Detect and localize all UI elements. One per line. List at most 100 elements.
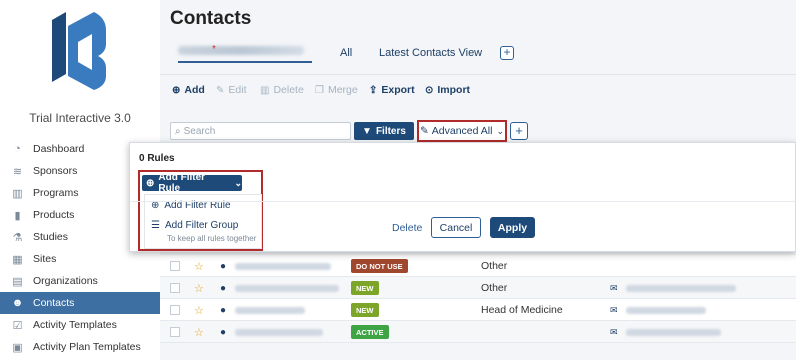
favorite-star-icon[interactable]: ☆	[194, 277, 204, 299]
person-icon: ●	[220, 304, 227, 316]
contacts-table: ☆ ● DO NOT USE Other ☆ ● NEW Other ✉ ☆ ● NEW Head of…	[160, 255, 796, 343]
chevron-down-icon: ⌄	[234, 177, 242, 188]
search-icon: ⌕	[175, 125, 181, 137]
filter-icon: ▼	[362, 125, 372, 137]
barcode-icon: ▮	[14, 209, 21, 222]
filters-label: Filters	[375, 125, 406, 137]
download-circle-icon: ⊙	[425, 84, 434, 96]
contact-email-redacted[interactable]	[626, 277, 736, 299]
search-placeholder: Search	[183, 125, 216, 137]
advanced-filter-panel: 0 Rules ⊕ Add Filter Rule ⌄ ⊕ Add Filter…	[129, 142, 796, 252]
contact-name-redacted[interactable]	[235, 299, 305, 321]
tab-latest-contacts-view[interactable]: Latest Contacts View	[379, 47, 482, 59]
merge-button[interactable]: ❐ Merge	[315, 84, 358, 96]
chevron-down-icon: ⌄	[496, 125, 505, 136]
flask-icon: ⚗	[12, 231, 23, 244]
person-icon: ●	[220, 326, 227, 338]
search-row: ⌕ Search ▼ Filters ✎ Advanced All ⌄ +	[160, 118, 796, 144]
dashboard-icon: ◔	[14, 143, 21, 155]
row-checkbox[interactable]	[170, 261, 180, 271]
favorite-star-icon[interactable]: ☆	[194, 321, 204, 343]
row-checkbox[interactable]	[170, 305, 180, 315]
merge-icon: ❐	[315, 84, 324, 96]
status-badge: NEW	[351, 281, 379, 295]
add-filter-view-button[interactable]: +	[510, 122, 528, 140]
advanced-label: Advanced All	[431, 125, 493, 137]
add-button[interactable]: ⊕ Add	[172, 84, 205, 96]
contact-name-redacted[interactable]	[235, 255, 331, 277]
table-row[interactable]: ☆ ● DO NOT USE Other	[160, 255, 796, 277]
sidebar-item-activity-plan-templates[interactable]: ▣ Activity Plan Templates	[0, 336, 160, 358]
add-label: Add	[184, 84, 205, 96]
app-name: Trial Interactive 3.0	[29, 111, 131, 125]
delete-button[interactable]: ▥ Delete	[260, 84, 304, 96]
table-row[interactable]: ☆ ● ACTIVE ✉	[160, 321, 796, 343]
plus-circle-icon: ⊕	[172, 84, 181, 96]
contact-name-redacted[interactable]	[235, 321, 323, 343]
database-icon: ≋	[12, 165, 23, 178]
edit-button[interactable]: ✎ Edit	[216, 84, 246, 96]
contact-role: Head of Medicine	[481, 304, 563, 316]
contact-email-redacted[interactable]	[626, 321, 721, 343]
row-checkbox[interactable]	[170, 283, 180, 293]
status-badge: NEW	[351, 303, 379, 317]
person-icon: ●	[220, 260, 227, 272]
plus-circle-icon: ⊕	[146, 177, 155, 189]
checklist-icon: ☑	[12, 319, 23, 332]
row-checkbox[interactable]	[170, 327, 180, 337]
delete-label: Delete	[273, 84, 304, 96]
envelope-icon: ✉	[610, 326, 618, 337]
merge-label: Merge	[327, 84, 358, 96]
apply-button[interactable]: Apply	[490, 217, 535, 238]
organization-icon: ▤	[12, 275, 23, 288]
envelope-icon: ✉	[610, 304, 618, 315]
toolbar: ⊕ Add ✎ Edit ▥ Delete ❐ Merge ⇪ Export ⊙…	[160, 74, 796, 102]
add-tab-button[interactable]: +	[500, 46, 514, 60]
programs-icon: ▥	[12, 187, 23, 200]
sidebar-item-label: Studies	[33, 231, 69, 243]
import-button[interactable]: ⊙ Import	[425, 84, 470, 96]
table-row[interactable]: ☆ ● NEW Other ✉	[160, 277, 796, 299]
users-icon: ☻	[11, 297, 24, 309]
filters-button[interactable]: ▼ Filters	[354, 122, 414, 140]
sidebar-item-label: Sponsors	[33, 165, 78, 177]
rules-count: 0 Rules	[139, 153, 175, 164]
sidebar-item-label: Programs	[33, 187, 79, 199]
export-button[interactable]: ⇪ Export	[369, 84, 415, 96]
sidebar-item-label: Activity Plan Templates	[33, 341, 141, 353]
search-input[interactable]: ⌕ Search	[170, 122, 351, 140]
table-row[interactable]: ☆ ● NEW Head of Medicine ✉	[160, 299, 796, 321]
sidebar-item-organizations[interactable]: ▤ Organizations	[0, 270, 160, 292]
upload-icon: ⇪	[369, 84, 378, 96]
tab-all[interactable]: All	[340, 47, 352, 59]
cancel-button[interactable]: Cancel	[431, 217, 481, 238]
contact-email-redacted[interactable]	[626, 299, 706, 321]
sidebar-item-contacts[interactable]: ☻ Contacts	[0, 292, 160, 314]
favorite-star-icon[interactable]: ☆	[194, 255, 204, 277]
pencil-icon: ✎	[419, 125, 429, 137]
pencil-icon: ✎	[216, 84, 225, 96]
unsaved-marker: *	[212, 44, 216, 55]
sidebar-item-label: Organizations	[33, 275, 98, 287]
import-label: Import	[437, 84, 471, 96]
sidebar-item-label: Dashboard	[33, 143, 85, 155]
contact-name-redacted[interactable]	[235, 277, 339, 299]
page-title: Contacts	[170, 8, 252, 29]
tab-current-view[interactable]: *	[178, 44, 310, 59]
export-label: Export	[381, 84, 415, 96]
sidebar-item-activity-templates[interactable]: ☑ Activity Templates	[0, 314, 160, 336]
delete-filter-link[interactable]: Delete	[392, 222, 422, 234]
trash-icon: ▥	[260, 84, 270, 96]
favorite-star-icon[interactable]: ☆	[194, 299, 204, 321]
status-badge: DO NOT USE	[351, 259, 408, 273]
panel-footer: Delete Cancel Apply	[130, 201, 796, 253]
edit-label: Edit	[228, 84, 247, 96]
sidebar-item-label: Contacts	[33, 297, 75, 309]
sidebar-item-label: Activity Templates	[33, 319, 117, 331]
add-filter-rule-button[interactable]: ⊕ Add Filter Rule ⌄	[142, 172, 242, 194]
calendar-icon: ▣	[12, 341, 23, 354]
person-icon: ●	[220, 282, 227, 294]
contact-role: Other	[481, 260, 508, 272]
view-tabs: * All Latest Contacts View +	[160, 40, 796, 68]
advanced-filter-button[interactable]: ✎ Advanced All ⌄	[417, 120, 507, 142]
